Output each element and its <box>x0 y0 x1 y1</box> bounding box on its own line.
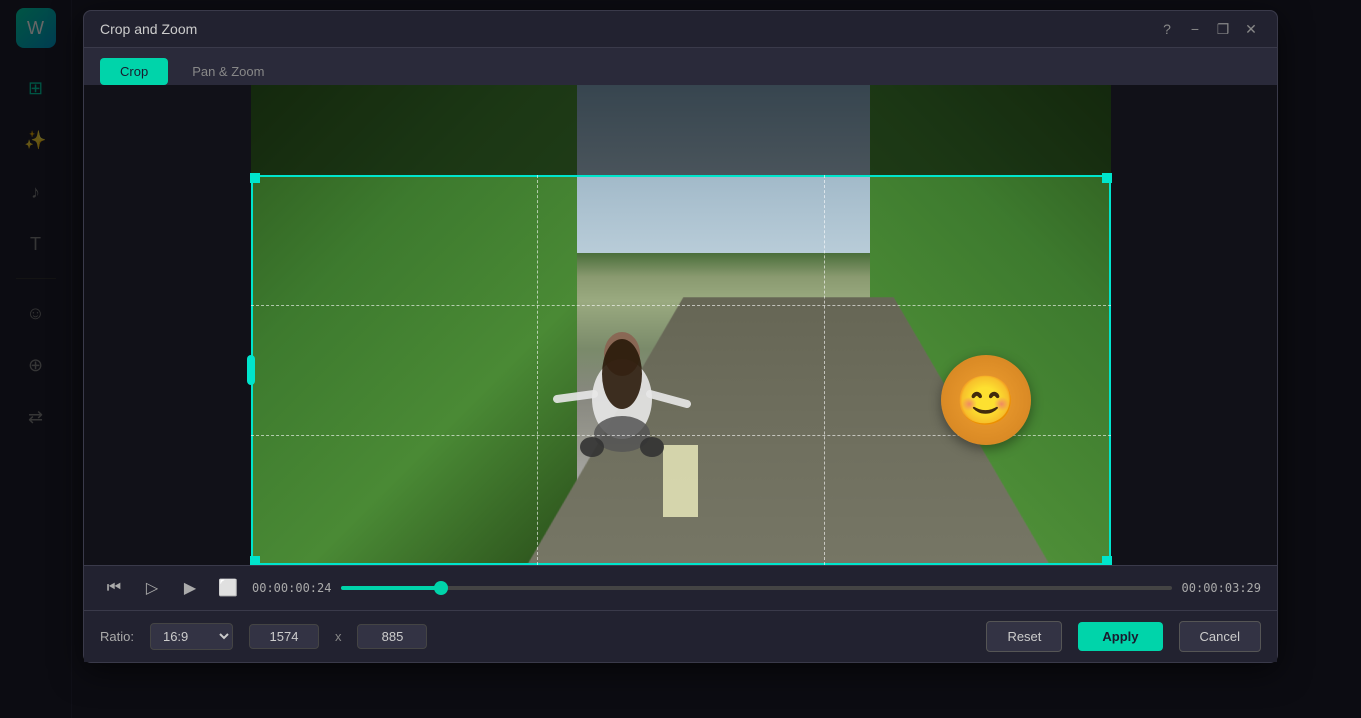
video-preview-area: 😊 <box>84 85 1277 565</box>
progress-thumb[interactable] <box>434 581 448 595</box>
step-forward-button[interactable]: ▷ <box>138 574 166 602</box>
play-button[interactable]: ▶ <box>176 574 204 602</box>
current-time-display: 00:00:00:24 <box>252 581 331 595</box>
dialog-content: Crop Pan & Zoom <box>84 48 1277 662</box>
dialog-controls: ? − ❐ ✕ <box>1157 19 1261 39</box>
trees-left-layer <box>251 85 578 565</box>
step-back-button[interactable]: ⏮ <box>100 574 128 602</box>
crop-zoom-dialog: Crop and Zoom ? − ❐ ✕ Crop Pan & Zoom <box>83 10 1278 663</box>
dimension-separator: x <box>335 629 342 644</box>
height-input[interactable] <box>357 624 427 649</box>
apply-button[interactable]: Apply <box>1078 622 1162 651</box>
close-button[interactable]: ✕ <box>1241 19 1261 39</box>
width-input[interactable] <box>249 624 319 649</box>
playback-bar: ⏮ ▷ ▶ ⬜ 00:00:00:24 00:00:03:29 <box>84 565 1277 610</box>
tabs-bar: Crop Pan & Zoom <box>84 48 1277 85</box>
person-scooter <box>552 279 692 459</box>
minimize-button[interactable]: − <box>1185 19 1205 39</box>
fullscreen-button[interactable]: ⬜ <box>214 574 242 602</box>
total-time-display: 00:00:03:29 <box>1182 581 1261 595</box>
progress-fill <box>341 586 441 590</box>
ratio-label: Ratio: <box>100 629 134 644</box>
dialog-titlebar: Crop and Zoom ? − ❐ ✕ <box>84 11 1277 48</box>
progress-bar[interactable] <box>341 586 1171 590</box>
dialog-overlay: Crop and Zoom ? − ❐ ✕ Crop Pan & Zoom <box>0 0 1361 718</box>
tab-pan-zoom[interactable]: Pan & Zoom <box>172 58 284 85</box>
help-button[interactable]: ? <box>1157 19 1177 39</box>
smiley-overlay: 😊 <box>941 355 1031 445</box>
reset-button[interactable]: Reset <box>986 621 1062 652</box>
cancel-button[interactable]: Cancel <box>1179 621 1261 652</box>
ratio-select[interactable]: 16:9 4:3 1:1 9:16 Custom <box>150 623 233 650</box>
video-background: 😊 <box>251 85 1111 565</box>
tab-crop[interactable]: Crop <box>100 58 168 85</box>
bottom-controls-bar: Ratio: 16:9 4:3 1:1 9:16 Custom x Reset … <box>84 610 1277 662</box>
restore-button[interactable]: ❐ <box>1213 19 1233 39</box>
video-frame: 😊 <box>251 85 1111 565</box>
dialog-title: Crop and Zoom <box>100 21 197 37</box>
